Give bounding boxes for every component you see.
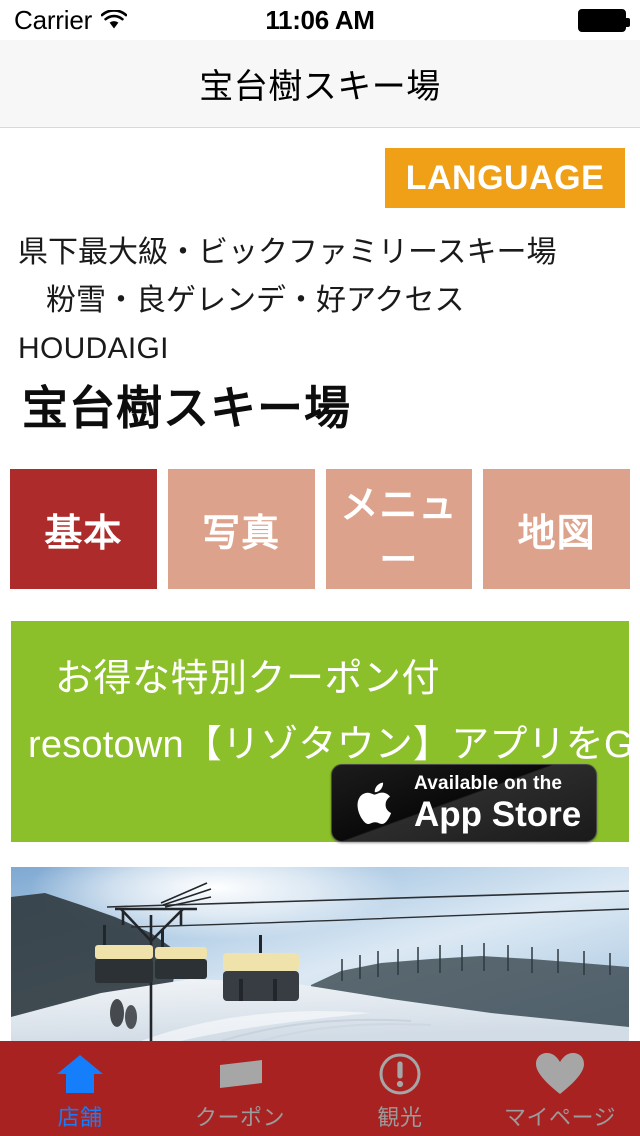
coupon-ticket-icon	[214, 1050, 266, 1098]
apple-logo-icon	[354, 775, 400, 831]
exclamation-circle-icon	[377, 1050, 423, 1098]
app-store-badge-button[interactable]: Available on the App Store	[331, 764, 597, 842]
category-tab-menu[interactable]: メニュー	[325, 469, 473, 589]
promo-banner[interactable]: お得な特別クーポン付 resotown【リゾタウン】アプリをGET! Avail…	[11, 621, 640, 842]
tab-coupons[interactable]: クーポン	[160, 1041, 320, 1136]
navigation-bar: 宝台樹スキー場	[0, 40, 640, 128]
shop-description: 県下最大級・ビックファミリースキー場 粉雪・良ゲレンデ・好アクセス HOUDAI…	[0, 229, 640, 373]
tab-mypage-label: マイページ	[503, 1105, 617, 1130]
main-content: LANGUAGE 県下最大級・ビックファミリースキー場 粉雪・良ゲレンデ・好アク…	[0, 129, 640, 1041]
tab-shops[interactable]: 店舗	[0, 1041, 160, 1136]
app-store-badge-big-text: App Store	[414, 795, 582, 834]
description-line-3: HOUDAIGI	[18, 332, 169, 365]
tab-coupons-label: クーポン	[194, 1105, 285, 1130]
tab-mypage[interactable]: マイページ	[480, 1041, 640, 1136]
heart-icon	[535, 1050, 585, 1098]
category-tab-basic[interactable]: 基本	[10, 469, 157, 589]
tab-sightseeing-label: 観光	[377, 1105, 423, 1130]
tab-sightseeing[interactable]: 観光	[320, 1041, 480, 1136]
description-line-2: 粉雪・良ゲレンデ・好アクセス	[46, 284, 465, 317]
language-button-row: LANGUAGE	[0, 148, 640, 210]
promo-line-2: resotown【リゾタウン】アプリをGET!	[28, 724, 640, 766]
tab-shops-label: 店舗	[57, 1105, 103, 1130]
app-store-badge-text: Available on the App Store	[414, 774, 581, 832]
battery-full-icon	[578, 8, 630, 32]
category-tab-map[interactable]: 地図	[483, 469, 630, 589]
description-line-1: 県下最大級・ビックファミリースキー場	[18, 236, 557, 269]
category-tab-group: 基本 写真 メニュー 地図	[10, 469, 630, 589]
shop-photo[interactable]	[11, 867, 629, 1041]
shop-name-heading: 宝台樹スキー場	[22, 382, 351, 434]
app-store-badge-small-text: Available on the	[414, 773, 563, 794]
status-bar: Carrier 11:06 AM	[0, 0, 640, 40]
status-bar-clock: 11:06 AM	[265, 4, 375, 35]
page-title: 宝台樹スキー場	[199, 68, 441, 106]
category-tab-photo[interactable]: 写真	[167, 469, 315, 589]
home-icon	[56, 1050, 104, 1098]
promo-line-1: お得な特別クーポン付	[55, 658, 441, 700]
bottom-tab-bar: 店舗 クーポン 観光 マイページ	[0, 1041, 640, 1136]
language-button[interactable]: LANGUAGE	[385, 148, 625, 208]
